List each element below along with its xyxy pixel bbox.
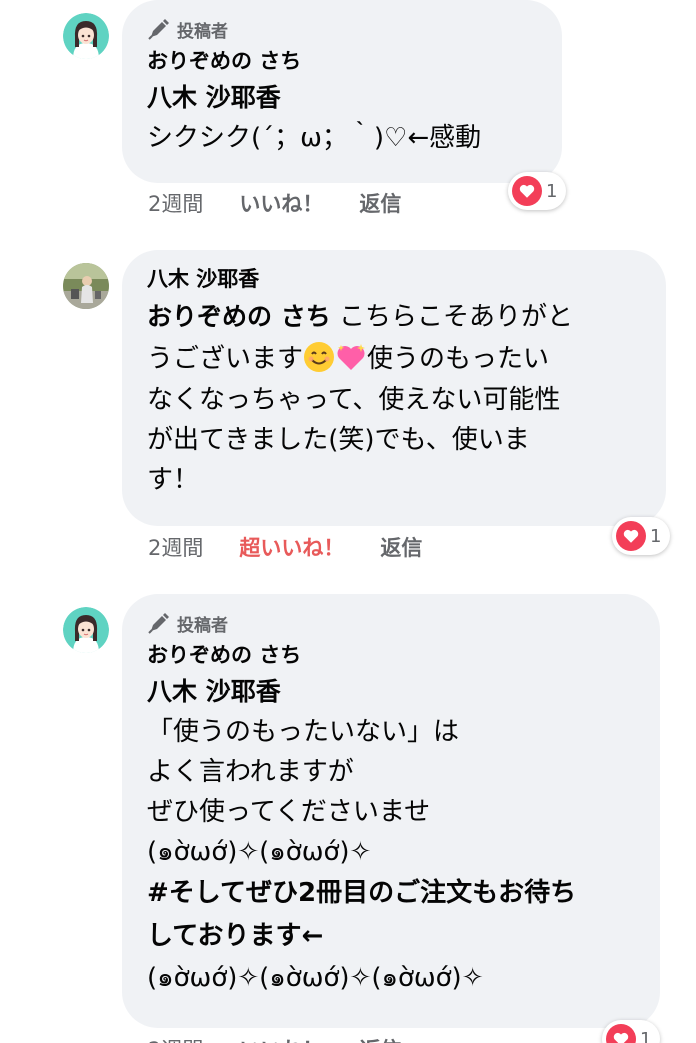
avatar-yagi-sayaka[interactable] (63, 263, 109, 309)
avatar-illustration (63, 13, 109, 59)
mention-tag[interactable]: おりぞめの さち (147, 302, 331, 331)
comment-text: よく言われますが (147, 757, 354, 787)
reaction-count-badge[interactable]: 1 (602, 1020, 661, 1043)
avatar-photo (63, 263, 109, 309)
hashtag-line[interactable]: #そしてぜひ2冊目のご注文もお待ち (147, 872, 636, 915)
reply-button[interactable]: 返信 (359, 1034, 401, 1043)
kaomoji-line: (๑ờωớ)✧(๑ờωớ)✧(๑ờωớ)✧ (147, 963, 484, 993)
mention-tag[interactable]: 八木 沙耶香 (147, 78, 538, 118)
sparkling-heart-icon (335, 341, 367, 373)
comment-bubble: 八木 沙耶香 おりぞめの さち こちらこそありがと うございます 使うのもったい … (122, 250, 666, 526)
like-button[interactable]: いいね！ (239, 1034, 323, 1043)
author-badge: 投稿者 (177, 615, 228, 636)
comment-text: こちらこそありがと (338, 302, 573, 332)
comment-text: す！ (147, 465, 200, 495)
timestamp[interactable]: 2週間 (148, 532, 203, 562)
comments-thread: 投稿者 おりぞめの さち 八木 沙耶香 シクシク(´；ω；｀)♡←感動 2週間 … (0, 0, 696, 1043)
heart-icon (606, 1024, 636, 1043)
reaction-count-badge[interactable]: 1 (612, 517, 671, 555)
commenter-name[interactable]: おりぞめの さち (147, 638, 636, 672)
reply-button[interactable]: 返信 (359, 188, 401, 218)
comment-bubble: 投稿者 おりぞめの さち 八木 沙耶香 「使うのもったいない」は よく言われます… (122, 594, 660, 1028)
avatar-illustration (63, 607, 109, 653)
pen-icon (147, 611, 171, 635)
comment-actions: 2週間 いいね！ 返信 (148, 1034, 401, 1043)
mention-tag[interactable]: 八木 沙耶香 (147, 672, 636, 712)
heart-icon (512, 176, 542, 206)
comment-actions: 2週間 超いいね！ 返信 (148, 532, 422, 562)
comment-text: 使うのもったい (367, 344, 550, 374)
comment-actions: 2週間 いいね！ 返信 (148, 188, 401, 218)
avatar-oriozome-sachi[interactable] (63, 607, 109, 653)
reaction-count: 1 (546, 180, 558, 202)
comment-bubble: 投稿者 おりぞめの さち 八木 沙耶香 シクシク(´；ω；｀)♡←感動 (122, 0, 562, 183)
commenter-name[interactable]: 八木 沙耶香 (147, 262, 642, 296)
hashtag-line[interactable]: しております← (147, 915, 636, 958)
reaction-count: 1 (640, 1028, 652, 1043)
pen-icon (147, 17, 171, 41)
comment-text: シクシク(´；ω；｀)♡←感動 (147, 123, 482, 153)
heart-icon (616, 521, 646, 551)
timestamp[interactable]: 2週間 (148, 1034, 203, 1043)
smiling-face-icon (303, 341, 335, 373)
avatar-oriozome-sachi[interactable] (63, 13, 109, 59)
reaction-count: 1 (650, 525, 662, 547)
reaction-count-badge[interactable]: 1 (508, 172, 567, 210)
super-like-button[interactable]: 超いいね！ (239, 532, 344, 562)
comment-text: ぜひ使ってくださいませ (147, 797, 431, 827)
comment-text-line: おりぞめの さち こちらこそありがと (147, 296, 642, 338)
comment-text: 「使うのもったいない」は (147, 717, 460, 747)
comment-text: が出てきました(笑)でも、使いま (147, 425, 530, 455)
kaomoji-line: (๑ờωớ)✧(๑ờωớ)✧ (147, 837, 372, 867)
author-badge-row: 投稿者 (147, 14, 538, 44)
reply-button[interactable]: 返信 (380, 532, 422, 562)
author-badge: 投稿者 (177, 21, 228, 42)
author-badge-row: 投稿者 (147, 608, 636, 638)
timestamp[interactable]: 2週間 (148, 188, 203, 218)
comment-text: うございます (147, 344, 304, 374)
like-button[interactable]: いいね！ (239, 188, 323, 218)
comment-text-line: うございます 使うのもったい (147, 338, 642, 380)
comment-text: なくなっちゃって、使えない可能性 (147, 385, 561, 415)
commenter-name[interactable]: おりぞめの さち (147, 44, 538, 78)
